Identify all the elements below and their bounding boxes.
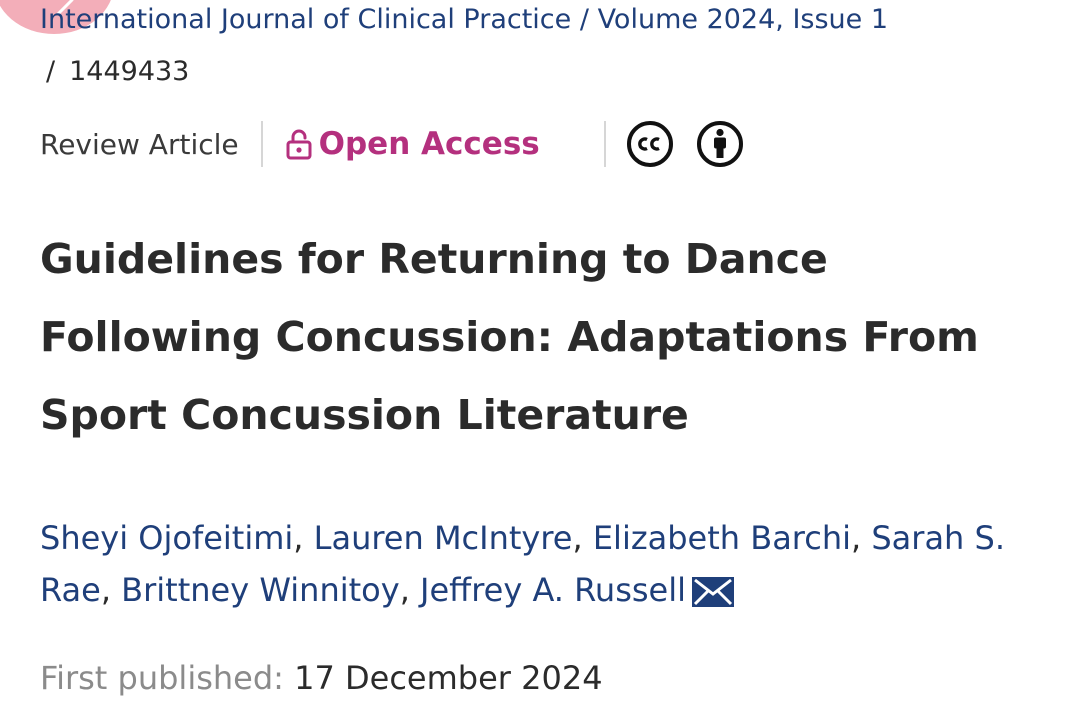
breadcrumb-separator: /	[579, 4, 589, 35]
author-separator: ,	[851, 519, 862, 557]
email-icon[interactable]	[692, 577, 735, 607]
author-separator: ,	[100, 571, 111, 609]
open-access-badge[interactable]: Open Access	[285, 126, 540, 162]
cc-icon[interactable]	[626, 120, 674, 168]
divider	[603, 121, 606, 167]
article-title: Guidelines for Returning to Dance Follow…	[40, 235, 979, 439]
publication-date: First published: 17 December 2024	[40, 654, 603, 702]
divider	[260, 121, 263, 167]
author-separator: ,	[399, 571, 410, 609]
license-icons	[626, 120, 766, 168]
open-access-label: Open Access	[318, 126, 540, 162]
article-id: 1449433	[69, 56, 190, 87]
breadcrumb: International Journal of Clinical Practi…	[40, 0, 888, 40]
author-separator: ,	[293, 519, 304, 557]
author-link[interactable]: Sheyi Ojofeitimi	[40, 519, 293, 557]
breadcrumb-article: / 1449433	[40, 52, 189, 92]
author-link[interactable]: Jeffrey A. Russell	[420, 571, 686, 609]
author-separator: ,	[572, 519, 583, 557]
breadcrumb-journal-link[interactable]: International Journal of Clinical Practi…	[40, 4, 571, 35]
author-link[interactable]: Elizabeth Barchi	[593, 519, 851, 557]
published-date: 17 December 2024	[294, 659, 603, 697]
attribution-icon[interactable]	[696, 120, 744, 168]
unlock-icon	[286, 129, 312, 160]
breadcrumb-separator: /	[46, 56, 56, 87]
breadcrumb-volume-issue-link[interactable]: Volume 2024, Issue 1	[598, 4, 888, 35]
author-link[interactable]: Lauren McIntyre	[314, 519, 573, 557]
article-meta-row: Review Article Open Access	[40, 118, 766, 170]
article-type-label: Review Article	[40, 127, 239, 161]
published-label: First published:	[40, 659, 284, 697]
author-link[interactable]: Brittney Winnitoy	[121, 571, 400, 609]
author-list: Sheyi Ojofeitimi, Lauren McIntyre, Eliza…	[40, 512, 1040, 616]
